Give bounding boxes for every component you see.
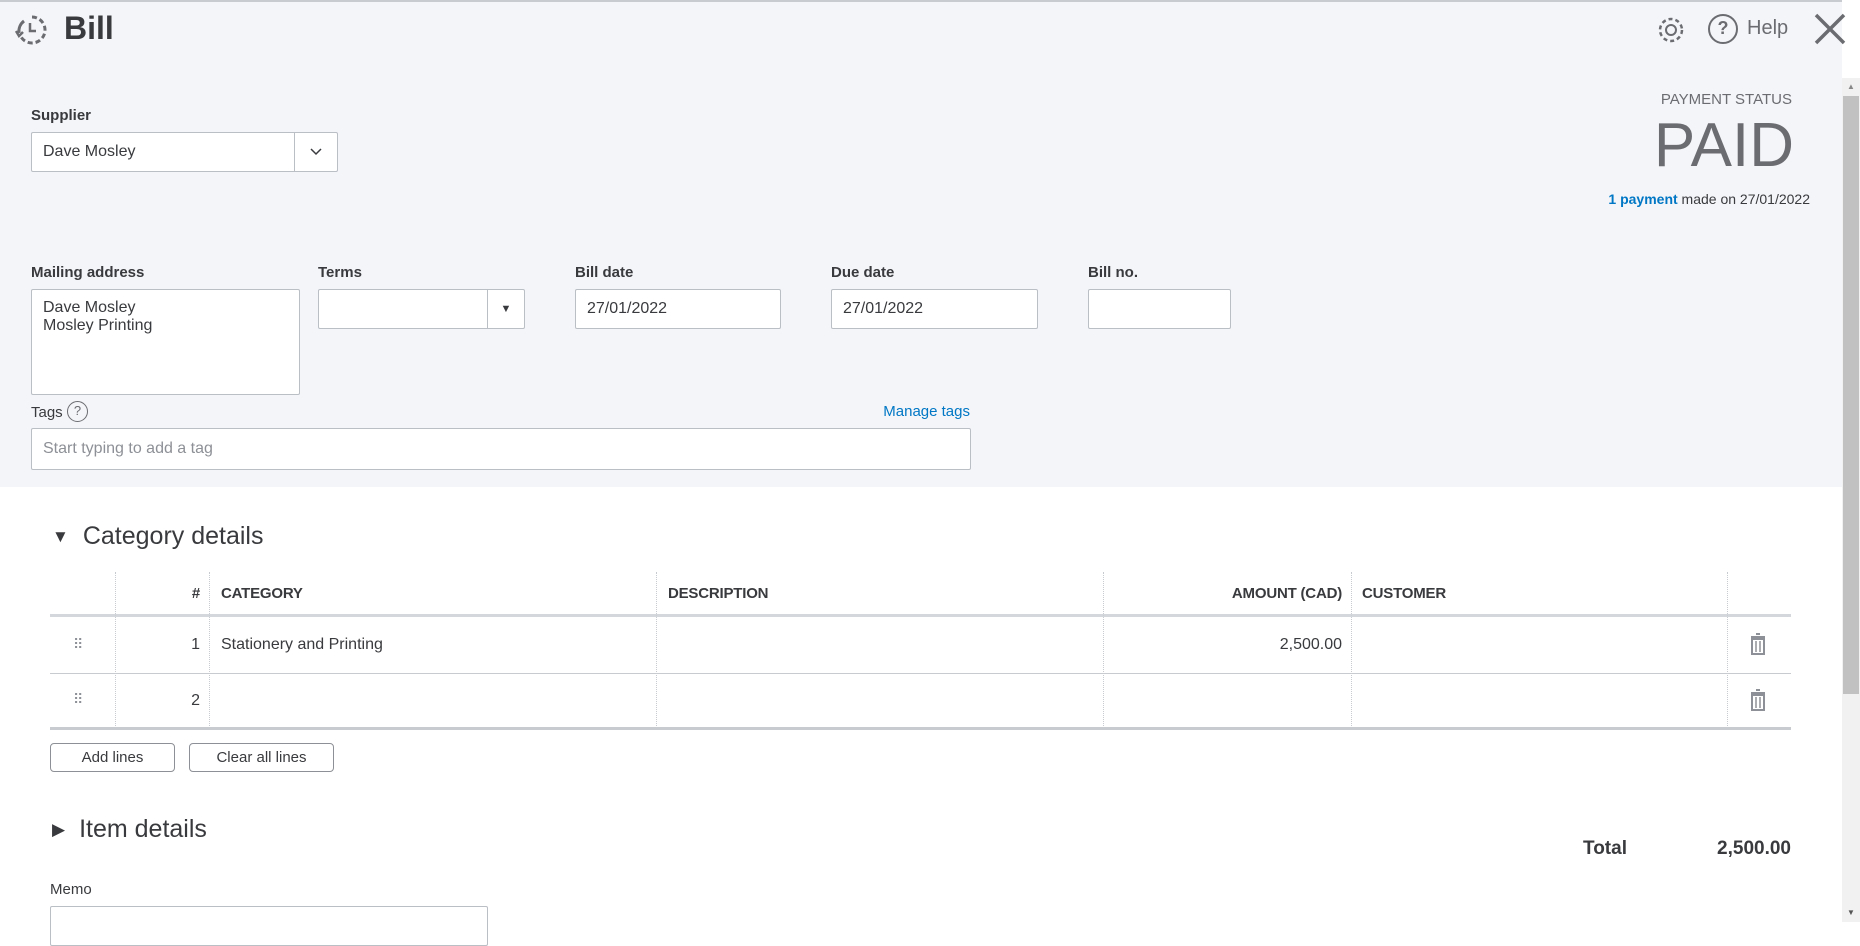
col-header-num: # xyxy=(191,585,200,602)
tags-help-icon[interactable]: ? xyxy=(67,401,88,422)
item-details-title: Item details xyxy=(79,815,207,843)
row-num: 2 xyxy=(191,692,200,709)
address-line-1: Dave Mosley xyxy=(43,299,136,316)
payment-link[interactable]: 1 payment xyxy=(1608,191,1677,207)
gear-icon[interactable] xyxy=(1655,14,1687,51)
total-value: 2,500.00 xyxy=(1717,838,1791,859)
scroll-up-icon[interactable]: ▲ xyxy=(1842,78,1860,96)
payment-status-value: PAID xyxy=(1653,111,1794,180)
supplier-select[interactable]: Dave Mosley xyxy=(31,132,338,172)
clear-all-lines-button[interactable]: Clear all lines xyxy=(189,743,334,772)
row-divider xyxy=(50,673,1791,674)
row-num: 1 xyxy=(191,636,200,653)
triangle-down-icon: ▼ xyxy=(52,526,69,546)
add-lines-button[interactable]: Add lines xyxy=(50,743,175,772)
terms-label: Terms xyxy=(318,264,362,281)
row-category[interactable]: Stationery and Printing xyxy=(221,617,383,673)
item-details-toggle[interactable]: ▶ Item details xyxy=(52,815,207,844)
tags-label: Tags xyxy=(31,404,63,421)
scroll-down-icon[interactable]: ▼ xyxy=(1842,904,1860,922)
scrollbar-thumb[interactable] xyxy=(1843,96,1859,694)
address-line-2: Mosley Printing xyxy=(43,317,153,334)
help-link[interactable]: Help xyxy=(1747,17,1788,40)
due-date-input[interactable]: 27/01/2022 xyxy=(831,289,1038,329)
col-header-customer: CUSTOMER xyxy=(1362,585,1446,602)
col-header-description: DESCRIPTION xyxy=(668,585,769,602)
bill-no-input[interactable] xyxy=(1088,289,1231,329)
col-divider xyxy=(656,572,657,728)
tags-input[interactable]: Start typing to add a tag xyxy=(31,428,971,470)
help-icon[interactable]: ? xyxy=(1708,14,1738,44)
mailing-address-field[interactable]: Dave Mosley Mosley Printing xyxy=(31,289,300,395)
caret-down-icon[interactable]: ▼ xyxy=(487,290,524,328)
col-divider xyxy=(1727,572,1728,728)
drag-handle-icon[interactable]: ⠿ xyxy=(73,636,83,653)
recurring-clock-icon xyxy=(14,13,49,52)
category-details-title: Category details xyxy=(82,522,264,550)
trash-icon[interactable] xyxy=(1750,689,1766,711)
mailing-address-label: Mailing address xyxy=(31,264,145,281)
col-divider xyxy=(1351,572,1352,728)
chevron-down-icon[interactable] xyxy=(294,133,337,171)
col-header-category: CATEGORY xyxy=(221,585,303,602)
row-amount[interactable] xyxy=(1103,674,1342,728)
terms-select[interactable]: ▼ xyxy=(318,289,525,329)
payment-date-text: made on 27/01/2022 xyxy=(1681,191,1810,207)
memo-label: Memo xyxy=(50,881,92,898)
due-date-label: Due date xyxy=(831,264,895,281)
close-icon[interactable] xyxy=(1813,12,1847,51)
page-title: Bill xyxy=(64,10,114,46)
bill-date-label: Bill date xyxy=(575,264,634,281)
memo-input[interactable] xyxy=(50,906,488,946)
bill-no-label: Bill no. xyxy=(1088,264,1138,281)
supplier-label: Supplier xyxy=(31,107,92,124)
drag-handle-icon[interactable]: ⠿ xyxy=(73,691,83,708)
total-label: Total xyxy=(1583,838,1627,859)
trash-icon[interactable] xyxy=(1750,633,1766,655)
col-header-amount: AMOUNT (CAD) xyxy=(1231,585,1342,602)
payment-summary: 1 payment made on 27/01/2022 xyxy=(1608,191,1810,207)
payment-status-label: PAYMENT STATUS xyxy=(1660,91,1792,108)
scrollbar[interactable]: ▲ ▼ xyxy=(1842,78,1860,922)
col-divider xyxy=(209,572,210,728)
manage-tags-link[interactable]: Manage tags xyxy=(883,403,970,420)
triangle-right-icon: ▶ xyxy=(52,819,66,839)
category-details-toggle[interactable]: ▼ Category details xyxy=(52,522,263,551)
supplier-value: Dave Mosley xyxy=(43,143,136,160)
row-amount[interactable]: 2,500.00 xyxy=(1103,617,1342,673)
bill-date-input[interactable]: 27/01/2022 xyxy=(575,289,781,329)
table-bottom-divider xyxy=(50,727,1791,730)
